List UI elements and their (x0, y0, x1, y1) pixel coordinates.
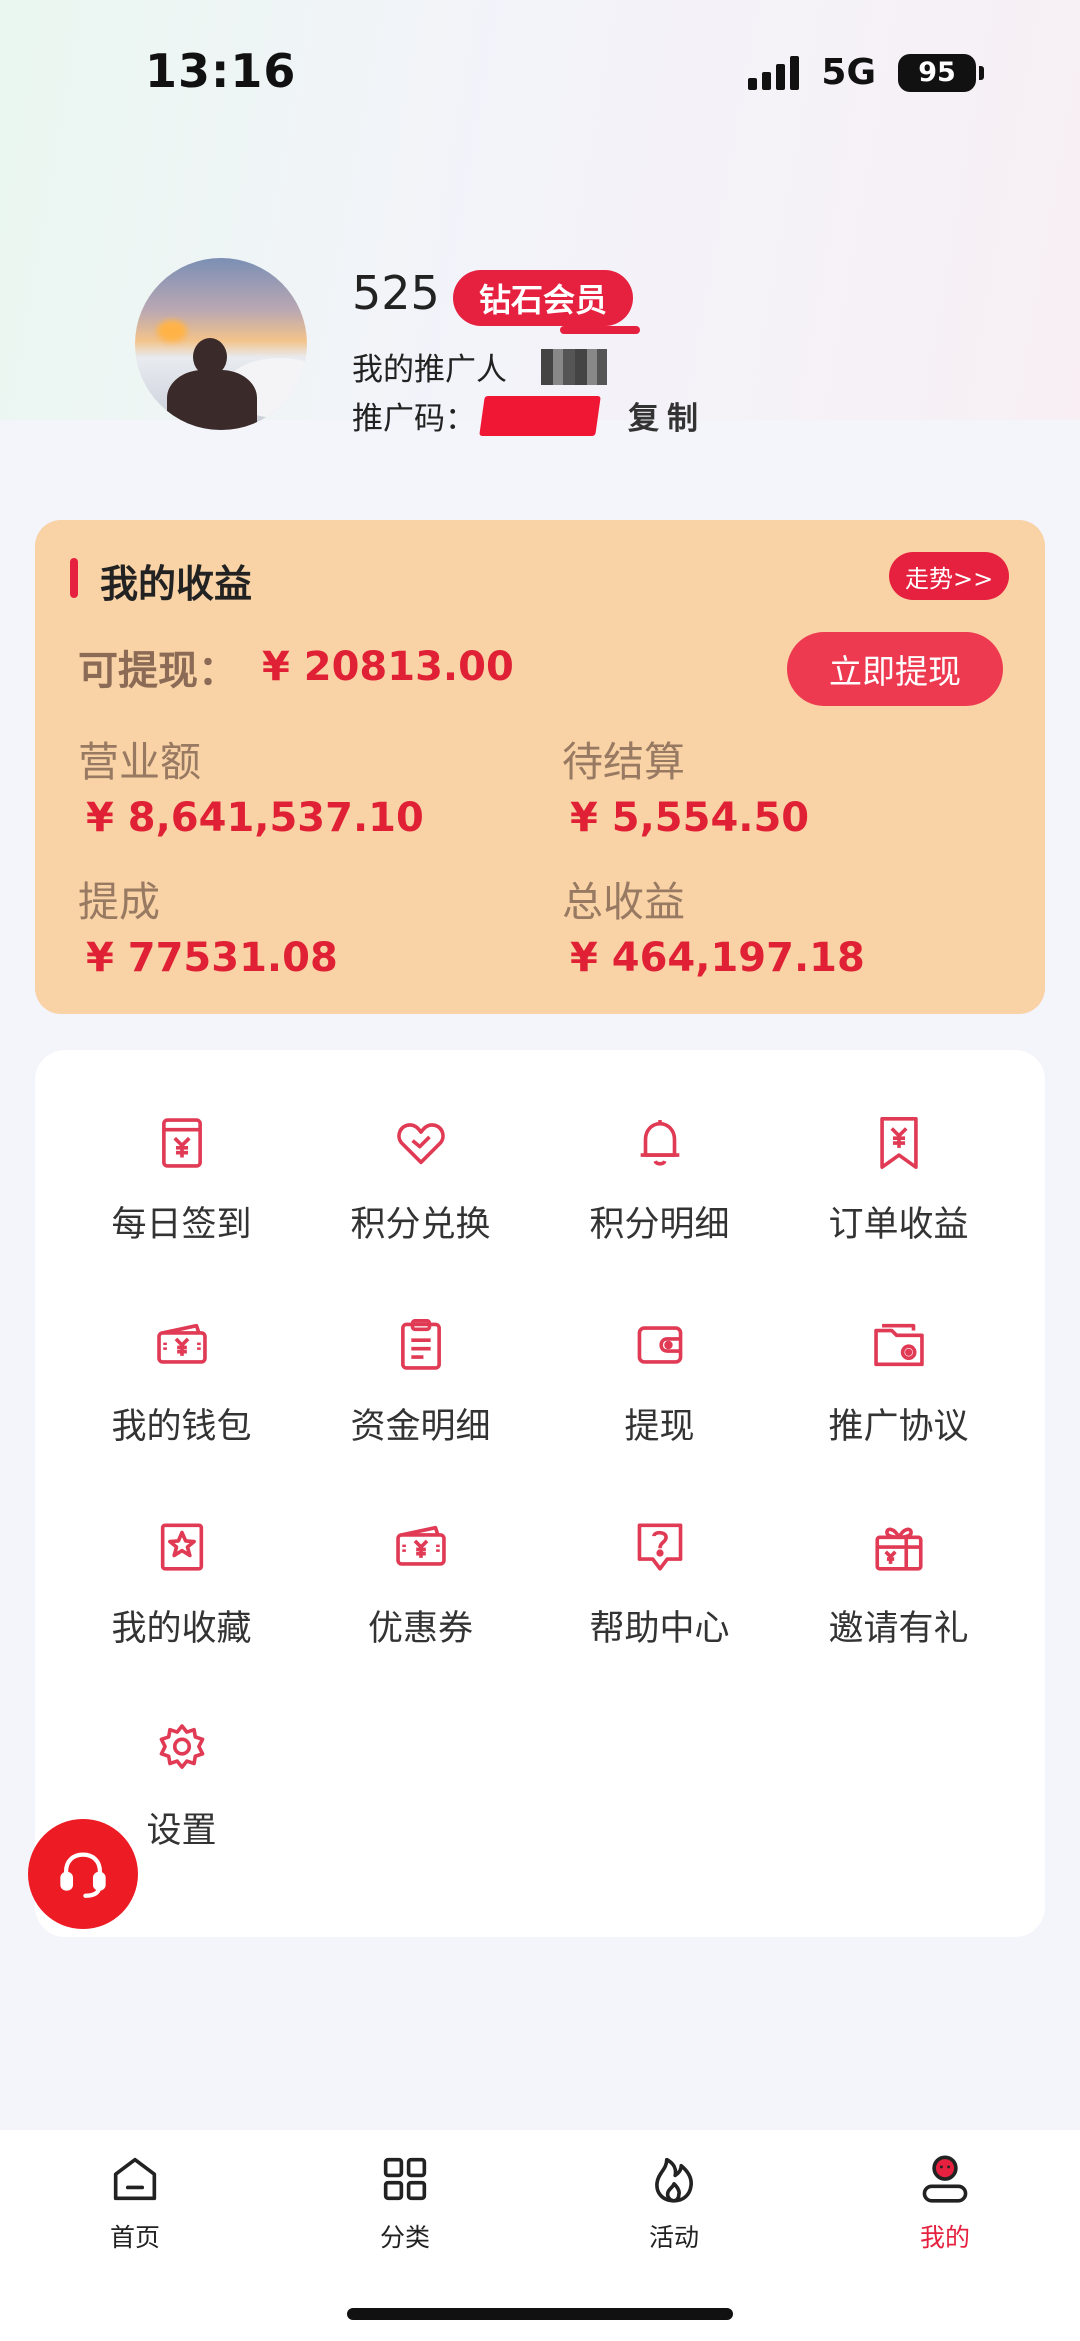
redacted-promoter (541, 348, 607, 385)
gift-icon (869, 1514, 929, 1580)
menu-label: 我的钱包 (111, 1407, 252, 1447)
menu-item-coupons[interactable]: 优惠券 (301, 1514, 540, 1716)
menu-item-help-center[interactable]: 帮助中心 (540, 1514, 779, 1716)
category-icon (383, 2157, 427, 2201)
nav-label: 我的 (919, 2223, 970, 2252)
stat-label-revenue: 营业额 (78, 738, 201, 786)
gear-icon (152, 1716, 212, 1782)
nav-label: 首页 (109, 2223, 160, 2252)
menu-item-withdraw[interactable]: 提现 (540, 1312, 779, 1514)
promoter-label: 我的推广人 (352, 352, 507, 388)
menu-item-points-exchange[interactable]: 积分兑换 (301, 1110, 540, 1312)
nav-category[interactable]: 分类 (335, 2150, 475, 2254)
home-icon (113, 2157, 157, 2201)
menu-label: 邀请有礼 (828, 1609, 969, 1649)
earnings-title: 我的收益 (100, 562, 253, 606)
status-indicators: 5G 95 (748, 52, 984, 93)
menu-label: 提现 (624, 1407, 695, 1447)
yuan-bookmark-icon (869, 1110, 929, 1176)
stat-label-pending: 待结算 (562, 738, 685, 786)
redacted-promo-code (479, 395, 601, 436)
menu-item-order-earnings[interactable]: 订单收益 (779, 1110, 1018, 1312)
heart-icon (391, 1110, 451, 1176)
menu-label: 推广协议 (828, 1407, 969, 1447)
stat-value-total: ¥ 464,197.18 (570, 935, 865, 981)
trend-button[interactable]: 走势>> (889, 552, 1010, 600)
menu-item-invite-reward[interactable]: 邀请有礼 (779, 1514, 1018, 1716)
menu-label: 积分明细 (589, 1205, 730, 1245)
network-type: 5G (821, 52, 876, 93)
battery-level: 95 (898, 53, 976, 92)
clipboard-icon (391, 1312, 451, 1378)
nav-home[interactable]: 首页 (65, 2150, 205, 2254)
profile-name: 525 (352, 266, 440, 320)
menu-item-favorites[interactable]: 我的收藏 (62, 1514, 301, 1716)
menu-label: 我的收藏 (111, 1609, 252, 1649)
withdrawable-row: 可提现： ¥ 20813.00 (78, 638, 514, 696)
stat-value-revenue: ¥ 8,641,537.10 (86, 795, 424, 841)
menu-grid: 每日签到 积分兑换 积分明细 订单收益 我的钱包 资金明细 提现 推广协议 我的… (62, 1110, 1018, 1918)
profile-icon (922, 2155, 968, 2203)
badge-underline (560, 326, 640, 334)
stat-value-pending: ¥ 5,554.50 (570, 795, 810, 841)
promo-code-row: 推广码： 复制 (352, 393, 706, 438)
menu-label: 帮助中心 (589, 1609, 730, 1649)
withdrawable-label: 可提现： (78, 648, 238, 694)
flame-icon (655, 2157, 693, 2203)
daily-checkin-icon (152, 1110, 212, 1176)
menu-item-my-wallet[interactable]: 我的钱包 (62, 1312, 301, 1514)
help-icon (630, 1514, 690, 1580)
menu-label: 资金明细 (350, 1407, 491, 1447)
battery-icon: 95 (898, 53, 984, 92)
menu-label: 设置 (146, 1811, 217, 1851)
withdrawable-amount: ¥ 20813.00 (262, 644, 514, 690)
customer-service-button[interactable] (28, 1819, 138, 1929)
menu-label: 优惠券 (367, 1609, 473, 1649)
level-badge: 钻石会员 (453, 270, 634, 326)
coupon-icon (391, 1514, 451, 1580)
promo-code-label: 推广码： (352, 401, 476, 437)
bell-icon (630, 1110, 690, 1176)
nav-mine[interactable]: 我的 (875, 2150, 1015, 2254)
stat-value-commission: ¥ 77531.08 (86, 935, 338, 981)
menu-label: 积分兑换 (350, 1205, 491, 1245)
menu-item-fund-detail[interactable]: 资金明细 (301, 1312, 540, 1514)
wallet-icon (630, 1312, 690, 1378)
menu-item-daily-checkin[interactable]: 每日签到 (62, 1110, 301, 1312)
avatar[interactable] (135, 258, 307, 430)
menu-label: 每日签到 (111, 1205, 252, 1245)
signal-icon (748, 55, 800, 90)
status-time: 13:16 (145, 44, 297, 98)
wallet-ticket-icon (152, 1312, 212, 1378)
nav-activity[interactable]: 活动 (604, 2150, 744, 2254)
folder-icon (869, 1312, 929, 1378)
profile-page: 13:16 5G 95 525 钻石会员 我的推广人 推广码： 复制 我的收益 … (0, 0, 1080, 2341)
nav-label: 活动 (648, 2223, 699, 2252)
menu-item-points-detail[interactable]: 积分明细 (540, 1110, 779, 1312)
menu-item-promo-agreement[interactable]: 推广协议 (779, 1312, 1018, 1514)
section-marker (70, 558, 78, 598)
nav-label: 分类 (379, 2223, 430, 2252)
home-indicator (347, 2308, 733, 2320)
stat-label-commission: 提成 (78, 878, 160, 926)
star-bookmark-icon (152, 1514, 212, 1580)
withdraw-now-button[interactable]: 立即提现 (787, 632, 1003, 706)
promoter-row: 我的推广人 (352, 344, 607, 389)
stat-label-total: 总收益 (562, 878, 685, 926)
menu-label: 订单收益 (828, 1205, 969, 1245)
headset-icon (60, 1852, 106, 1898)
copy-button[interactable]: 复制 (628, 393, 706, 438)
